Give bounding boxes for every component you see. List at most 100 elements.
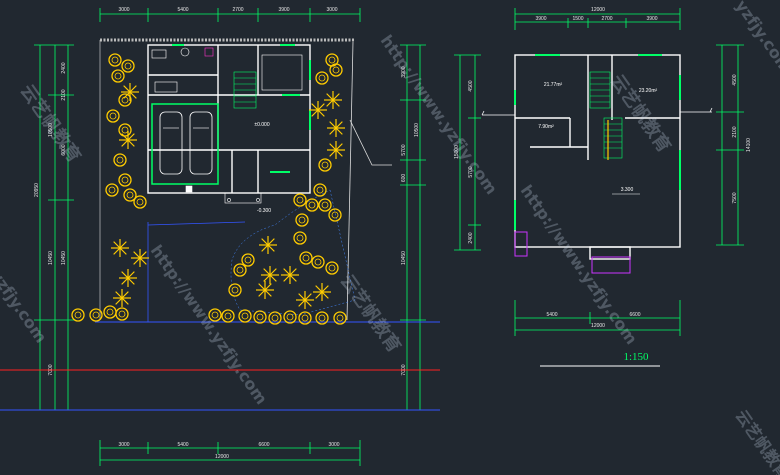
floor-top-total: 12000: [591, 7, 605, 13]
palm-frond: [335, 143, 343, 151]
tree-ring-inner: [318, 74, 326, 82]
palm-frond: [315, 291, 323, 299]
tree-ring: [283, 310, 297, 324]
tree-ring-inner: [316, 186, 324, 194]
site-top-dim-2: 5400: [177, 7, 188, 13]
site-right-dim-3: 5700: [401, 144, 407, 155]
watermark-short-2: yzfjy.com: [732, 0, 780, 76]
entry-steps: [185, 185, 262, 204]
tree-ring-inner: [328, 56, 336, 64]
palm-frond: [335, 121, 343, 129]
floor-top-dim-4: 3900: [646, 16, 657, 22]
floor-right-dim-4: 7500: [732, 192, 738, 203]
tree-ring: [318, 198, 332, 212]
site-bottom-dim-4: 3000: [328, 442, 339, 448]
tree-ring: [111, 69, 125, 83]
tree-ring: [228, 283, 242, 297]
palm-frond: [289, 274, 297, 282]
palm-frond: [269, 274, 277, 282]
tree-ring: [233, 263, 247, 277]
site-top-dim-4: 3900: [278, 7, 289, 13]
tree-ring: [113, 153, 127, 167]
palm-frond: [329, 121, 337, 129]
palm-frond: [329, 127, 337, 135]
tree-ring: [118, 123, 132, 137]
palm-frond: [321, 291, 329, 299]
tree-ring: [313, 183, 327, 197]
tree-ring: [105, 183, 119, 197]
tree-ring-inner: [318, 314, 326, 322]
palm-frond: [311, 109, 319, 117]
tree-ring: [305, 198, 319, 212]
room-area-3: 7.90m²: [538, 124, 554, 130]
tree-ring-inner: [314, 258, 322, 266]
palm-frond: [119, 241, 127, 249]
palm-frond: [304, 299, 312, 307]
tree-ring: [118, 93, 132, 107]
palm-frond: [263, 274, 271, 282]
palm-frond: [127, 271, 135, 279]
palm-frond: [326, 93, 334, 101]
site-bottom-total: 12000: [215, 454, 229, 460]
tree-ring-inner: [296, 196, 304, 204]
site-left-dim-5: 20950: [34, 183, 40, 197]
palm-frond: [335, 127, 343, 135]
palm-frond: [267, 244, 275, 252]
site-bottom-dim-3: 6600: [258, 442, 269, 448]
site-bottom-dimensions: [99, 440, 361, 466]
tree-ring: [293, 193, 307, 207]
palm-frond: [335, 149, 343, 157]
palm-frond: [289, 268, 297, 276]
palm-frond: [269, 268, 277, 276]
tree-ring-inner: [271, 314, 279, 322]
site-left-dim-6: 10450: [48, 251, 54, 265]
palm-frond: [317, 109, 325, 117]
tree-ring-inner: [301, 314, 309, 322]
palm-frond: [129, 85, 137, 93]
floor-right-dim-1: 4500: [732, 74, 738, 85]
tree-ring: [315, 71, 329, 85]
palm-frond: [261, 244, 269, 252]
house-walls: [147, 44, 311, 194]
tree-ring: [311, 255, 325, 269]
tree-ring: [325, 261, 339, 275]
cad-drawing-canvas[interactable]: 3000 5400 2700 3900 3000 2400 2100 10500…: [0, 0, 780, 475]
palm-frond: [115, 291, 123, 299]
tree-ring-inner: [126, 191, 134, 199]
tree-ring: [106, 109, 120, 123]
palm-frond: [315, 285, 323, 293]
room-area-1: 21.77m²: [544, 82, 563, 88]
tree-ring-inner: [74, 311, 82, 319]
tree-ring-inner: [136, 198, 144, 206]
watermark-cn-1: 云艺帆教育: [16, 80, 86, 166]
watermark-url-3: http://www.yzfjy.com: [517, 181, 642, 348]
palm-frond: [261, 238, 269, 246]
tree-ring-inner: [256, 313, 264, 321]
tree-ring-inner: [109, 112, 117, 120]
floor-walls: [514, 54, 681, 260]
palm-frond: [332, 93, 340, 101]
tree-ring: [71, 308, 85, 322]
tree-ring: [103, 305, 117, 319]
floor-bottom-total: 12000: [591, 323, 605, 329]
floor-level: 3.300: [621, 187, 634, 193]
watermarks: 云艺帆教育 http://www.yzfjy.com 云艺帆教育 http://…: [0, 0, 780, 475]
palm-frond: [258, 289, 266, 297]
tree-ring: [238, 309, 252, 323]
watermark-cn-3: 云艺帆教育: [606, 70, 676, 156]
palm-frond: [121, 271, 129, 279]
palm-frond: [258, 283, 266, 291]
tree-ring-inner: [308, 201, 316, 209]
tree-ring-inner: [124, 62, 132, 70]
palm-frond: [304, 293, 312, 301]
palm-frond: [121, 297, 129, 305]
site-left-dim-1: 2400: [61, 62, 67, 73]
tree-ring-inner: [336, 314, 344, 322]
palm-frond: [298, 299, 306, 307]
tree-ring-inner: [332, 66, 340, 74]
tree-ring-inner: [236, 266, 244, 274]
palm-frond: [127, 139, 135, 147]
tree-ring-inner: [106, 308, 114, 316]
palm-frond: [283, 268, 291, 276]
palm-frond: [326, 99, 334, 107]
